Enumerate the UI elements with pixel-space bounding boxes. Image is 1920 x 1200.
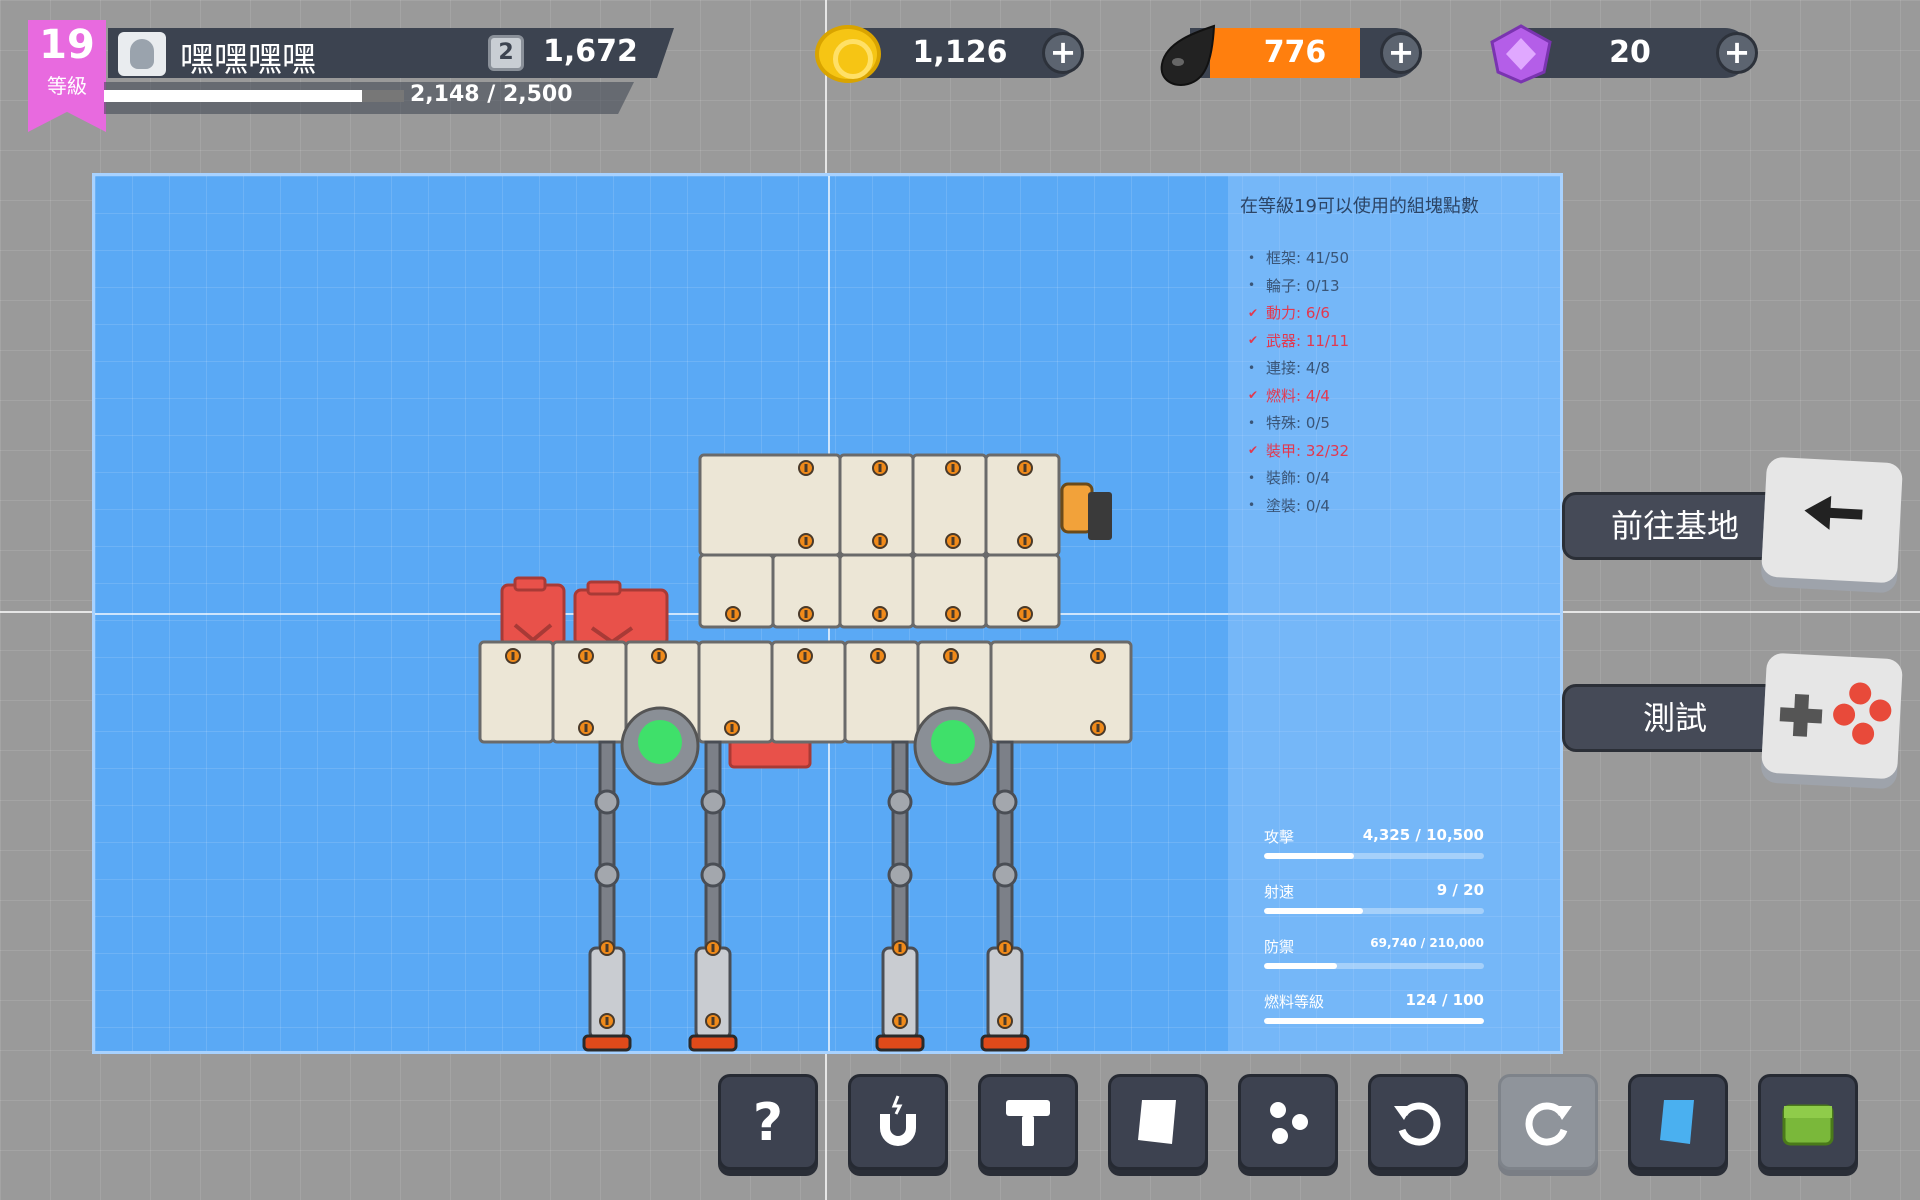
bullet-icon: • [1248, 498, 1256, 513]
hammer-button[interactable] [978, 1074, 1078, 1170]
checkmark-icon: ✔ [1248, 443, 1259, 458]
part-count-row: • 裝飾: 0/4 [1240, 464, 1548, 492]
checkmark-icon: ✔ [1248, 388, 1259, 403]
blueprint-icon [1660, 1100, 1694, 1144]
level-badge: 19 等級 [28, 20, 106, 132]
magnet-button[interactable] [848, 1074, 948, 1170]
dice-button[interactable] [1238, 1074, 1338, 1170]
crate-button[interactable] [1758, 1074, 1858, 1170]
part-count-row: ✔ 裝甲: 32/32 [1240, 437, 1548, 465]
level-label: 等級 [47, 74, 87, 98]
stat-fire-rate: 射速 9 / 20 [1264, 881, 1484, 914]
part-count-row: ✔ 武器: 11/11 [1240, 327, 1548, 355]
test-label: 測試 [1642, 699, 1707, 737]
stat-bar-fill [1264, 1018, 1484, 1024]
stat-bar-fill [1264, 963, 1337, 969]
redo-button[interactable] [1498, 1074, 1598, 1170]
gem-icon [1490, 24, 1552, 84]
go-to-base-label: 前往基地 [1610, 507, 1739, 545]
part-count-label: 武器: 11/11 [1266, 331, 1350, 350]
stat-bar-fill [1264, 853, 1355, 859]
magnet-icon [880, 1095, 916, 1146]
redo-icon [1525, 1102, 1572, 1146]
level-number: 19 [39, 22, 95, 68]
part-count-row: • 特殊: 0/5 [1240, 409, 1548, 437]
stat-value: 4,325 / 10,500 [1362, 826, 1484, 844]
add-fuel-button[interactable]: + [1380, 32, 1422, 74]
part-count-row: ✔ 燃料: 4/4 [1240, 382, 1548, 410]
avatar-icon [130, 39, 154, 69]
part-count-row: • 塗裝: 0/4 [1240, 492, 1548, 520]
xp-text: 2,148 / 2,500 [410, 82, 573, 107]
help-icon: ? [753, 1093, 783, 1152]
add-gems-button[interactable]: + [1716, 32, 1758, 74]
crate-icon [1782, 1104, 1834, 1146]
part-count-row: • 連接: 4/8 [1240, 354, 1548, 382]
parts-list: • 框架: 41/50 • 輪子: 0/13 ✔ 動力: 6/6 ✔ 武器: 11/11 • 連接… [1240, 244, 1548, 519]
bullet-icon: • [1248, 470, 1256, 485]
stat-label: 攻擊 [1264, 828, 1295, 846]
help-button[interactable]: ? [718, 1074, 818, 1170]
rank-score: 1,672 [543, 34, 638, 69]
svg-text:?: ? [753, 1093, 783, 1152]
part-count-label: 框架: 41/50 [1266, 249, 1350, 268]
bullet-icon: • [1248, 278, 1256, 293]
fuel-value: 776 [1263, 35, 1327, 70]
undo-button[interactable] [1368, 1074, 1468, 1170]
parts-info-panel: 在等級19可以使用的組塊點數 • 框架: 41/50 • 輪子: 0/13 ✔ 動力: 6… [1228, 176, 1560, 1051]
part-count-label: 輪子: 0/13 [1266, 276, 1340, 295]
part-count-label: 塗裝: 0/4 [1266, 496, 1330, 515]
dice-icon [1270, 1102, 1308, 1144]
part-count-row: • 輪子: 0/13 [1240, 272, 1548, 300]
add-coins-button[interactable]: + [1042, 32, 1084, 74]
paint-icon [1138, 1100, 1176, 1144]
stat-label: 燃料等級 [1264, 993, 1325, 1011]
part-count-label: 裝飾: 0/4 [1266, 469, 1330, 488]
stat-label: 射速 [1264, 883, 1295, 901]
gem-value: 20 [1609, 35, 1651, 70]
back-arrow-key-icon[interactable] [1760, 456, 1904, 584]
hammer-icon [1006, 1100, 1050, 1146]
blueprint-button[interactable] [1628, 1074, 1728, 1170]
part-count-row: • 框架: 41/50 [1240, 244, 1548, 272]
part-count-label: 燃料: 4/4 [1266, 386, 1330, 405]
part-count-label: 裝甲: 32/32 [1266, 441, 1350, 460]
xp-track [104, 90, 404, 102]
rank-icon: 2 [488, 35, 524, 71]
player-name: 嘿嘿嘿嘿 [180, 40, 316, 80]
part-count-row: ✔ 動力: 6/6 [1240, 299, 1548, 327]
stat-value: 124 / 100 [1405, 991, 1484, 1009]
coin-value: 1,126 [912, 35, 1008, 70]
checkmark-icon: ✔ [1248, 305, 1259, 320]
go-to-base-button[interactable]: 前往基地 [1562, 492, 1792, 560]
panel-title: 在等級19可以使用的組塊點數 [1240, 196, 1479, 217]
stat-bar-fill [1264, 908, 1363, 914]
checkmark-icon: ✔ [1248, 333, 1259, 348]
gamepad-icon[interactable] [1760, 652, 1904, 780]
stat-attack: 攻擊 4,325 / 10,500 [1264, 826, 1484, 859]
stat-fuel-level: 燃料等級 124 / 100 [1264, 991, 1484, 1024]
oil-drop-icon [1160, 24, 1216, 86]
part-count-label: 動力: 6/6 [1266, 304, 1330, 323]
stat-label: 防禦 [1264, 938, 1295, 956]
bullet-icon: • [1248, 415, 1256, 430]
stat-value: 9 / 20 [1436, 881, 1484, 899]
bullet-icon: • [1248, 250, 1256, 265]
paint-button[interactable] [1108, 1074, 1208, 1170]
stat-value: 69,740 / 210,000 [1370, 936, 1484, 950]
bullet-icon: • [1248, 360, 1256, 375]
part-count-label: 連接: 4/8 [1266, 359, 1330, 378]
xp-fill [104, 90, 362, 102]
part-count-label: 特殊: 0/5 [1266, 414, 1330, 433]
avatar[interactable] [118, 32, 166, 76]
stat-defense: 防禦 69,740 / 210,000 [1264, 936, 1484, 969]
test-button[interactable]: 測試 [1562, 684, 1792, 752]
coin-icon [815, 25, 881, 83]
undo-icon [1394, 1102, 1441, 1146]
